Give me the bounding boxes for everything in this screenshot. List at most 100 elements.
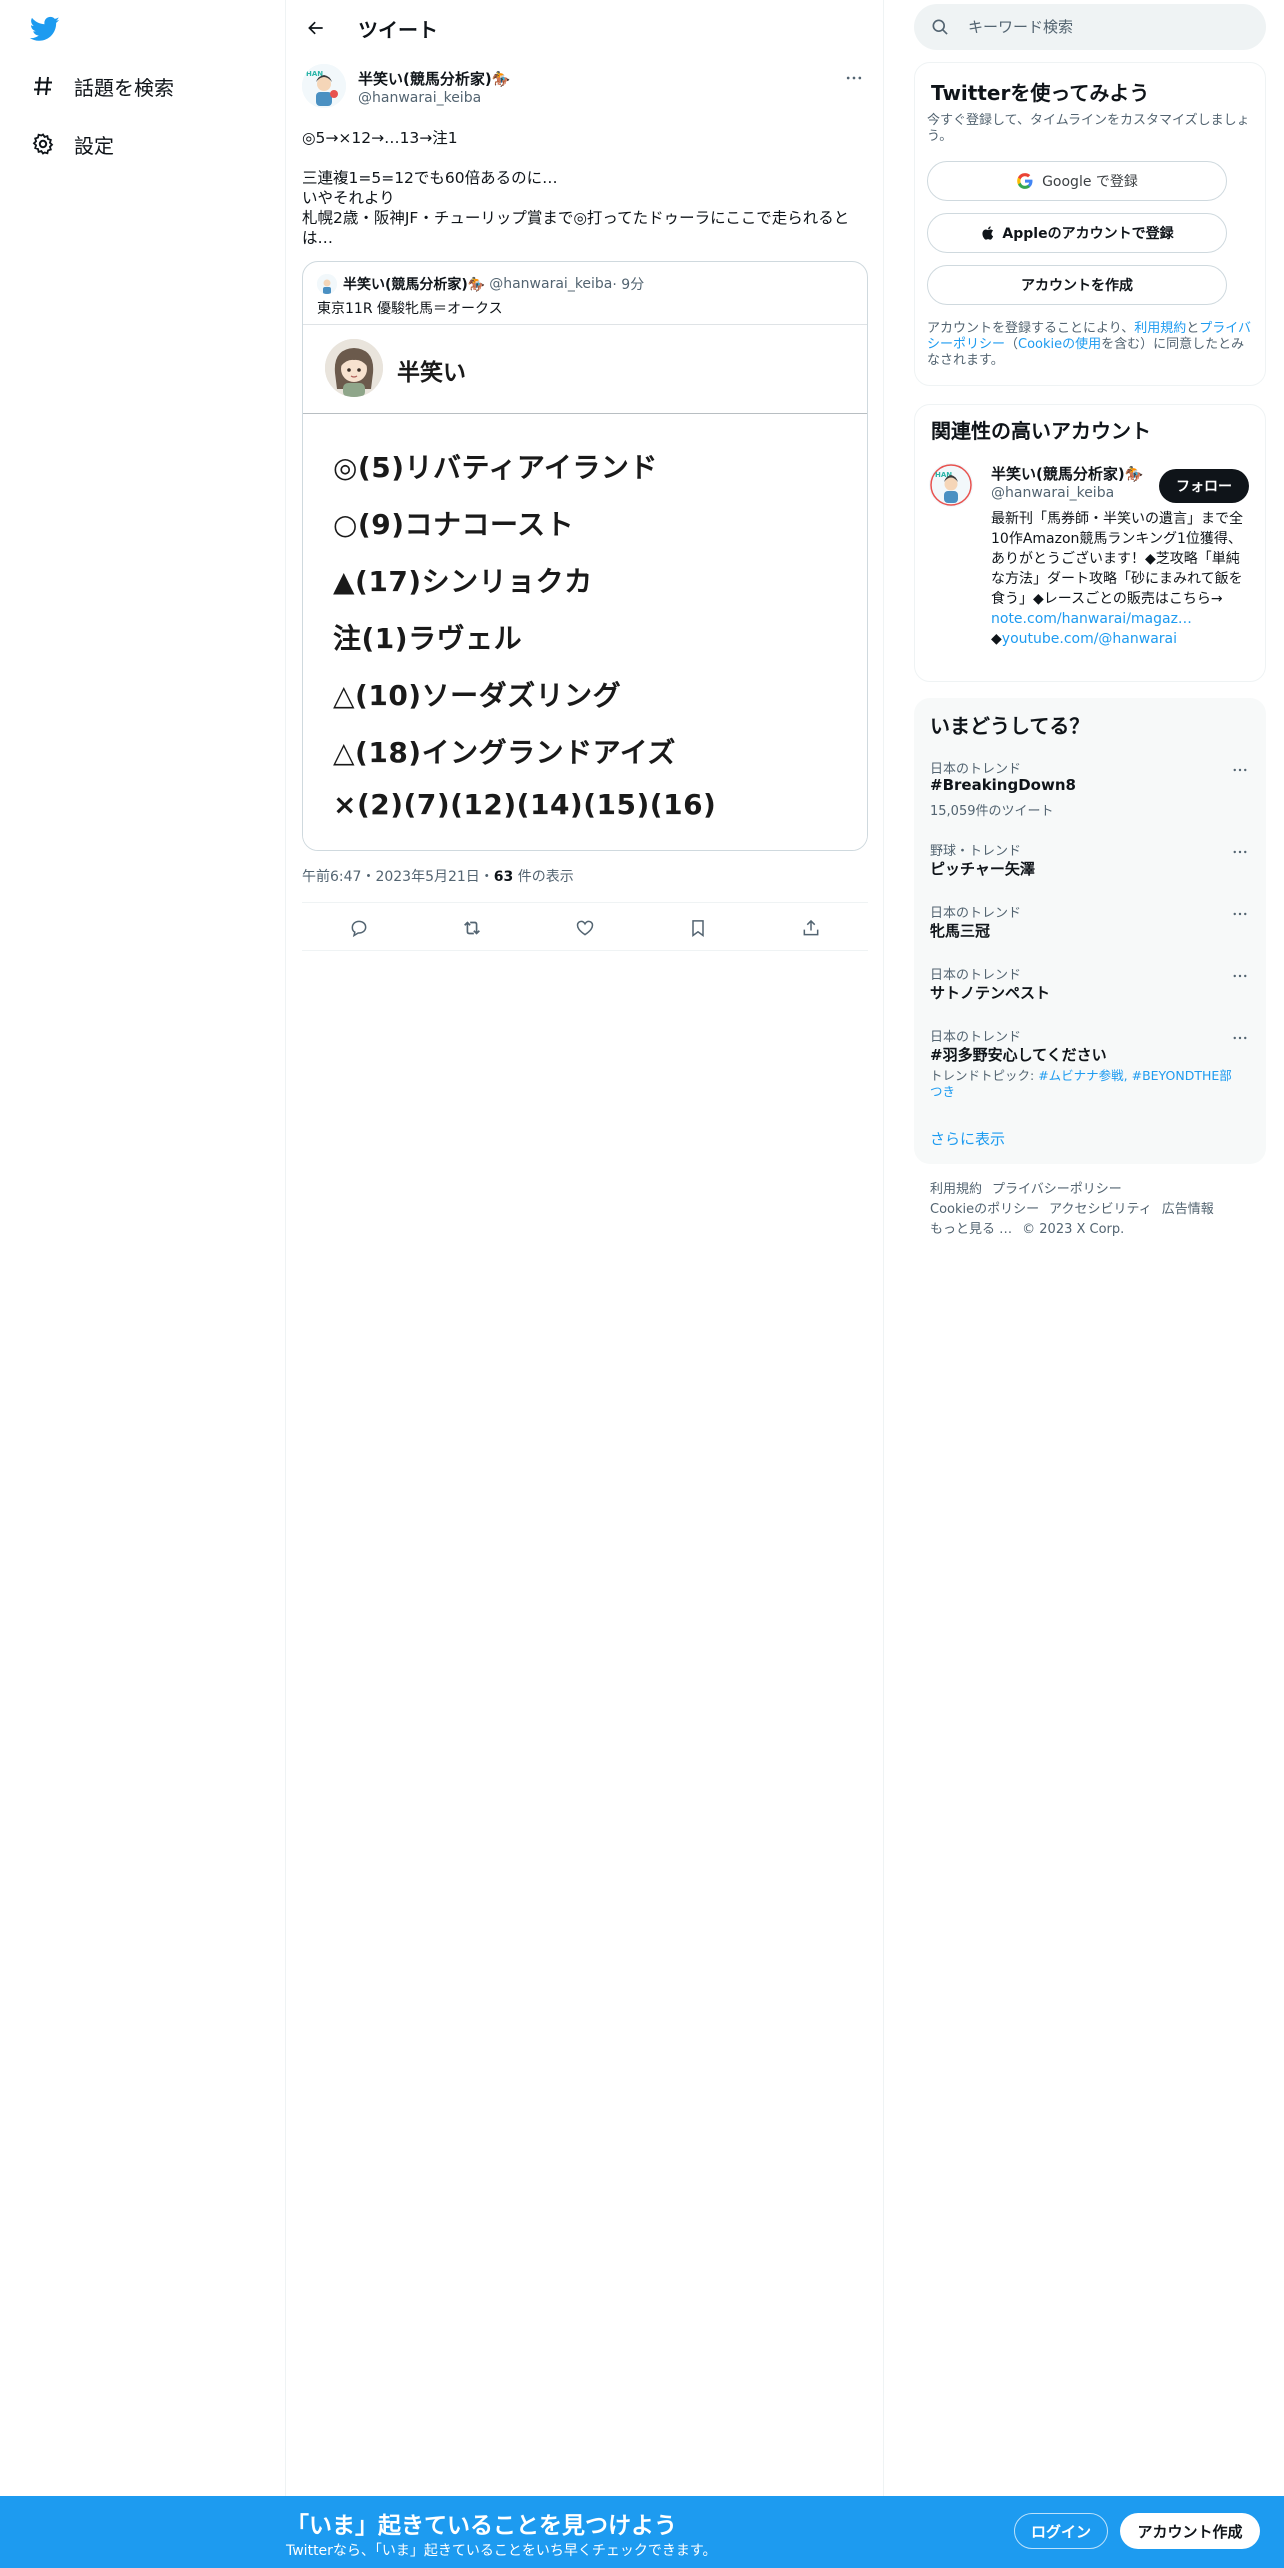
apple-signup-label: Appleのアカウントで登録 bbox=[1002, 226, 1174, 242]
signup-legal: アカウントを登録することにより、利用規約とプライバシーポリシー（Cookieの使… bbox=[927, 321, 1253, 369]
cookie-link[interactable]: Cookieの使用 bbox=[1018, 337, 1101, 352]
quoted-author-name: 半笑い(競馬分析家)🏇 bbox=[343, 277, 486, 293]
follow-button[interactable]: フォロー bbox=[1159, 469, 1249, 503]
pick-line: ○(9)コナコースト bbox=[333, 508, 575, 541]
image-title: 半笑い bbox=[397, 360, 466, 386]
topic-links[interactable]: #ムビナナ参戦, #BEYONDTHE部 bbox=[1038, 1068, 1232, 1083]
footer-link[interactable]: 利用規約 bbox=[930, 1182, 982, 1197]
trend-topics: トレンドトピック: #ムビナナ参戦, #BEYONDTHE部つき bbox=[930, 1068, 1236, 1100]
more-options-icon[interactable] bbox=[840, 66, 868, 90]
tweet-line: ◎5→×12→…13→注1 bbox=[302, 129, 458, 147]
author-handle[interactable]: @hanwarai_keiba bbox=[358, 90, 481, 106]
bookmark-icon[interactable] bbox=[681, 911, 715, 945]
copyright: © 2023 X Corp. bbox=[1022, 1222, 1125, 1237]
trend-item[interactable]: 日本のトレンド 牝馬三冠 bbox=[914, 902, 1266, 952]
search-bar[interactable] bbox=[914, 4, 1266, 50]
relevant-title: 関連性の高いアカウント bbox=[931, 419, 1151, 443]
tweet-text: ◎5→×12→…13→注1 三連複1=5=12でも60倍あるのに… いやそれより… bbox=[302, 128, 862, 248]
pick-line: △(18)イングランドアイズ bbox=[333, 736, 676, 769]
quoted-avatar bbox=[317, 274, 337, 294]
twitter-logo-icon[interactable] bbox=[28, 14, 62, 44]
trends-title: いまどうしてる？ bbox=[930, 714, 1090, 738]
bio-text: ◆ bbox=[991, 631, 1002, 647]
page-title: ツイート bbox=[358, 18, 438, 42]
bio-link-note[interactable]: note.com/hanwarai/magaz… bbox=[991, 611, 1192, 627]
more-options-icon[interactable] bbox=[1228, 1028, 1252, 1048]
topic-suffix[interactable]: つき bbox=[930, 1084, 955, 1099]
like-icon[interactable] bbox=[568, 911, 602, 945]
reply-icon[interactable] bbox=[342, 911, 376, 945]
more-options-icon[interactable] bbox=[1228, 966, 1252, 986]
pick-line: ×(2)(7)(12)(14)(15)(16) bbox=[333, 788, 717, 821]
create-account-button[interactable]: アカウントを作成 bbox=[927, 265, 1227, 305]
terms-link[interactable]: 利用規約 bbox=[1134, 321, 1186, 336]
footer-link[interactable]: アクセシビリティ bbox=[1049, 1202, 1152, 1217]
timestamp-text[interactable]: 午前6:47・2023年5月21日・ bbox=[302, 869, 494, 885]
trend-name: #羽多野安心してください bbox=[930, 1046, 1107, 1064]
trend-category: 日本のトレンド bbox=[930, 906, 1022, 921]
footer-link[interactable]: プライバシーポリシー bbox=[992, 1182, 1122, 1197]
bio-text: 最新刊「馬券師・半笑いの遺言」まで全10作Amazon競馬ランキング1位獲得、あ… bbox=[991, 511, 1243, 607]
pick-line: ▲(17)シンリョクカ bbox=[333, 565, 593, 598]
show-more-link[interactable]: さらに表示 bbox=[930, 1128, 1005, 1149]
trend-category: 日本のトレンド bbox=[930, 968, 1022, 983]
more-options-icon[interactable] bbox=[1228, 760, 1252, 780]
trend-item[interactable]: 野球・トレンド ピッチャー矢澤 bbox=[914, 840, 1266, 890]
quoted-tweet-header: 半笑い(競馬分析家)🏇 @hanwarai_keiba · 9分 bbox=[317, 274, 644, 294]
tweet-line: 札幌2歳・阪神JF・チューリップ賞まで◎打ってたドゥーラにここで走られるとは… bbox=[302, 209, 850, 247]
image-avatar bbox=[325, 339, 383, 397]
retweet-icon[interactable] bbox=[455, 911, 489, 945]
tweet-line: いやそれより bbox=[302, 189, 395, 207]
topic-prefix: トレンドトピック: bbox=[930, 1068, 1039, 1083]
author-name[interactable]: 半笑い(競馬分析家)🏇 bbox=[358, 68, 510, 89]
signup-card: Twitterを使ってみよう 今すぐ登録して、タイムラインをカスタマイズしましょ… bbox=[914, 62, 1266, 386]
google-icon bbox=[1016, 172, 1034, 190]
tweet-line bbox=[302, 148, 862, 168]
trend-category: 日本のトレンド bbox=[930, 762, 1022, 777]
divider bbox=[302, 950, 868, 951]
views-label: 件の表示 bbox=[513, 869, 574, 885]
tweet-line: 三連複1=5=12でも60倍あるのに… bbox=[302, 169, 558, 187]
pick-line: 注(1)ラヴェル bbox=[333, 622, 523, 655]
legal-text: アカウントを登録することにより、 bbox=[927, 321, 1135, 336]
sidebar-item-settings[interactable]: 設定 bbox=[28, 124, 114, 164]
quoted-image[interactable]: 半笑い ◎(5)リバティアイランド ○(9)コナコースト ▲(17)シンリョクカ… bbox=[303, 324, 867, 850]
back-arrow-icon[interactable] bbox=[300, 12, 332, 44]
more-options-icon[interactable] bbox=[1228, 904, 1252, 924]
apple-signup-button[interactable]: Appleのアカウントで登録 bbox=[927, 213, 1227, 253]
hashtag-icon bbox=[28, 71, 58, 101]
signup-subtitle: 今すぐ登録して、タイムラインをカスタマイズしましょう。 bbox=[927, 113, 1250, 144]
gear-icon bbox=[28, 129, 58, 159]
search-input[interactable] bbox=[968, 18, 1248, 36]
legal-text: と bbox=[1186, 321, 1200, 336]
trend-count: 15,059件のツイート bbox=[930, 804, 1054, 819]
trends-card: いまどうしてる？ 日本のトレンド #BreakingDown8 15,059件の… bbox=[914, 698, 1266, 1164]
sidebar-item-explore[interactable]: 話題を検索 bbox=[28, 66, 174, 106]
apple-icon bbox=[980, 225, 996, 241]
pick-line: ◎(5)リバティアイランド bbox=[333, 451, 658, 484]
google-signup-button[interactable]: Google で登録 bbox=[927, 161, 1227, 201]
trend-item[interactable]: 日本のトレンド サトノテンペスト bbox=[914, 964, 1266, 1014]
views-count: 63 bbox=[493, 869, 514, 885]
tweet-actions bbox=[302, 905, 868, 951]
more-options-icon[interactable] bbox=[1228, 842, 1252, 862]
trend-item[interactable]: 日本のトレンド #羽多野安心してください トレンドトピック: #ムビナナ参戦, … bbox=[914, 1026, 1266, 1102]
footer-link[interactable]: 広告情報 bbox=[1162, 1202, 1214, 1217]
quoted-time: · 9分 bbox=[612, 277, 645, 293]
share-icon[interactable] bbox=[794, 911, 828, 945]
account-name[interactable]: 半笑い(競馬分析家)🏇 bbox=[991, 463, 1143, 484]
legal-text: （ bbox=[1005, 337, 1019, 352]
avatar[interactable]: HAN bbox=[929, 463, 973, 507]
bio-link-youtube[interactable]: youtube.com/@hanwarai bbox=[1002, 631, 1177, 647]
pick-line: △(10)ソーダズリング bbox=[333, 679, 622, 712]
avatar[interactable]: HAN bbox=[302, 64, 346, 108]
signup-button[interactable]: アカウント作成 bbox=[1120, 2513, 1260, 2549]
left-sidebar: 話題を検索 設定 bbox=[0, 0, 286, 2496]
account-handle[interactable]: @hanwarai_keiba bbox=[991, 485, 1114, 501]
image-header: 半笑い bbox=[303, 324, 867, 414]
footer-link[interactable]: Cookieのポリシー bbox=[930, 1202, 1039, 1217]
trend-item[interactable]: 日本のトレンド #BreakingDown8 15,059件のツイート bbox=[914, 758, 1266, 828]
login-button[interactable]: ログイン bbox=[1014, 2513, 1108, 2549]
footer-link[interactable]: もっと見る … bbox=[930, 1222, 1012, 1237]
quoted-tweet[interactable]: 半笑い(競馬分析家)🏇 @hanwarai_keiba · 9分 東京11R 優… bbox=[302, 261, 868, 851]
